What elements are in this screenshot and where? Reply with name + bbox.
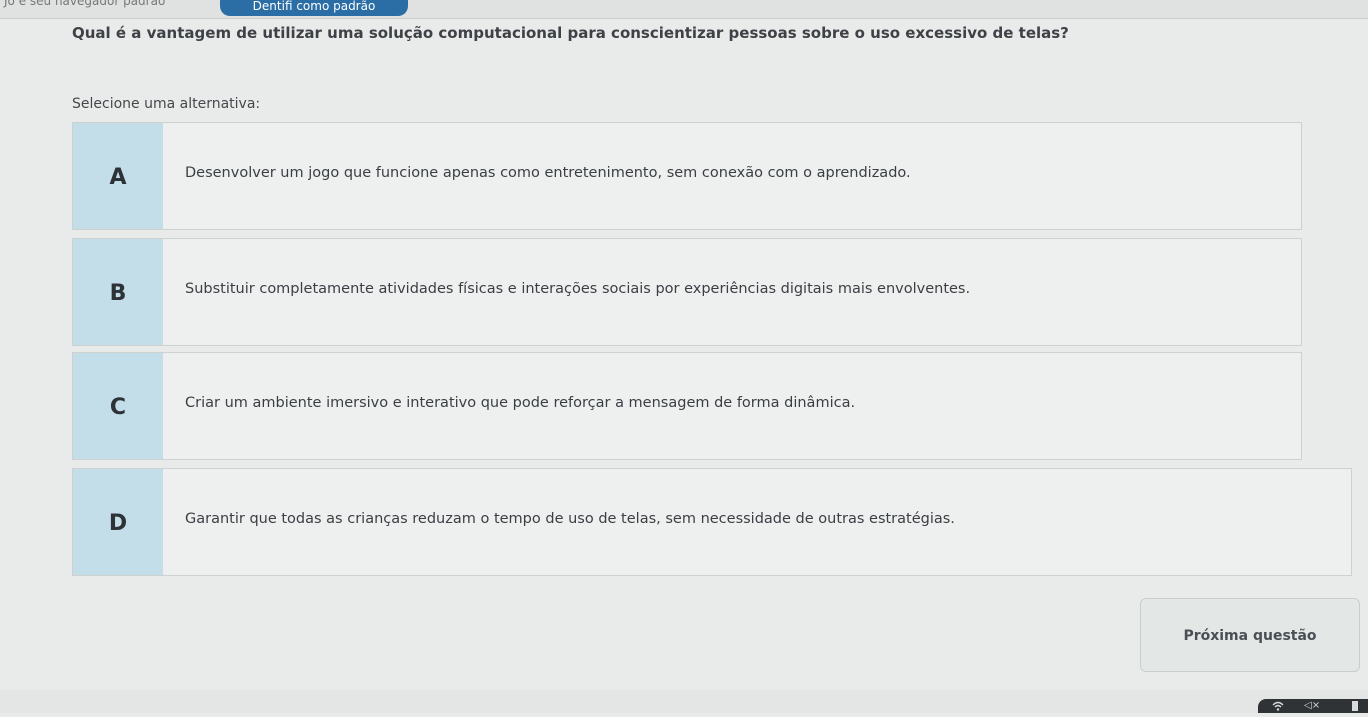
option-text: Substituir completamente atividades físi… [185, 281, 971, 297]
speaker-icon[interactable]: ◁× [1304, 699, 1320, 713]
option-text: Garantir que todas as crianças reduzam o… [185, 511, 955, 527]
option-letter-box: A [73, 123, 163, 229]
system-tray: ◁× [1258, 699, 1368, 713]
question-text: Qual é a vantagem de utilizar uma soluçã… [72, 24, 1069, 42]
bottom-strip [0, 690, 1368, 713]
option-text: Criar um ambiente imersivo e interativo … [185, 395, 856, 411]
set-default-button[interactable]: Dentifi como padrão [220, 0, 408, 16]
option-letter: A [109, 165, 127, 190]
option-letter: D [108, 511, 128, 536]
option-a[interactable]: A Desenvolver um jogo que funcione apena… [72, 122, 1302, 230]
next-question-button[interactable]: Próxima questão [1140, 598, 1360, 672]
option-letter: B [109, 281, 127, 306]
option-text: Desenvolver um jogo que funcione apenas … [185, 165, 911, 181]
battery-icon[interactable] [1350, 699, 1360, 717]
default-browser-message: Jo e seu navegador padrão [4, 0, 166, 8]
browser-notification-bar: Jo e seu navegador padrão Dentifi como p… [0, 0, 1368, 19]
wifi-icon[interactable] [1272, 699, 1284, 717]
option-letter: C [109, 395, 127, 420]
option-letter-box: B [73, 239, 163, 345]
option-c[interactable]: C Criar um ambiente imersivo e interativ… [72, 352, 1302, 460]
option-b[interactable]: B Substituir completamente atividades fí… [72, 238, 1302, 346]
select-prompt: Selecione uma alternativa: [72, 96, 261, 112]
option-d[interactable]: D Garantir que todas as crianças reduzam… [72, 468, 1352, 576]
option-letter-box: D [73, 469, 163, 575]
option-letter-box: C [73, 353, 163, 459]
